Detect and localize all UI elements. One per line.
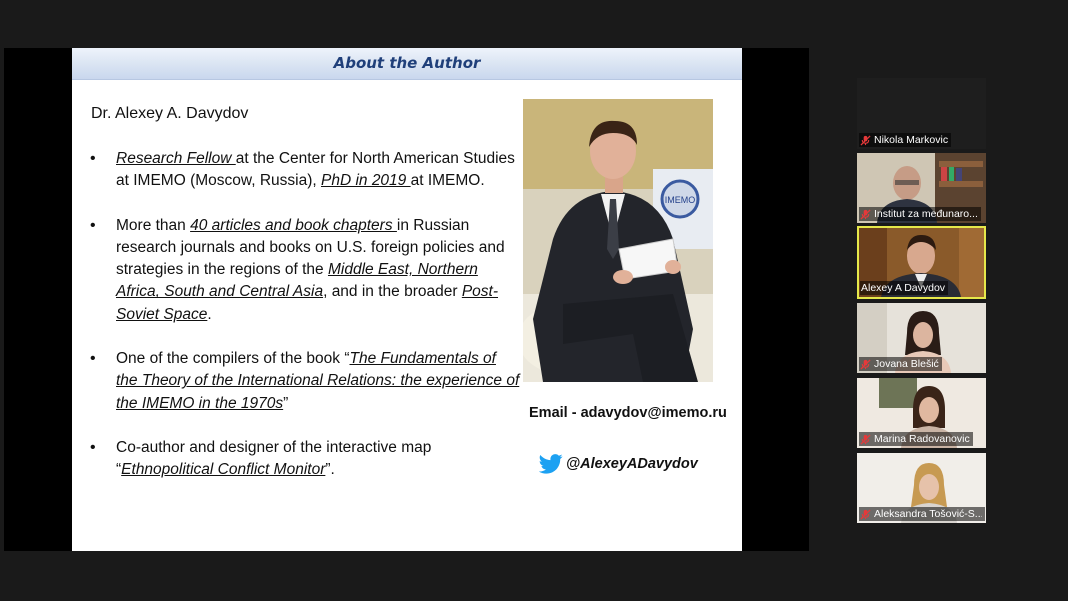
muted-mic-icon xyxy=(860,208,871,220)
bullet-text: One of the compilers of the book “ xyxy=(116,350,350,368)
muted-mic-icon xyxy=(860,508,871,520)
participant-name-label: Jovana Blešić xyxy=(859,357,942,371)
bullet-item: • One of the compilers of the book “The F… xyxy=(88,348,520,415)
participant-tile-active-speaker[interactable]: Alexey A Davydov xyxy=(857,226,986,299)
bullet-item: • Co-author and designer of the interacti… xyxy=(88,437,520,482)
bullet-item: • More than 40 articles and book chapters… xyxy=(88,215,520,326)
photo-sign-text: IMEMO xyxy=(665,195,696,205)
bullet-dot: • xyxy=(90,150,96,167)
participant-name-label: Institut za međunaro... xyxy=(859,207,981,221)
author-photo: IMEMO xyxy=(523,99,713,382)
participant-name-label: Aleksandra Tošović-S... xyxy=(859,507,985,521)
participant-name-label: Marina Radovanovic xyxy=(859,432,973,446)
author-photo-illustration: IMEMO xyxy=(523,99,713,382)
bullet-text: , and in the broader xyxy=(323,283,462,301)
participant-tile[interactable]: Jovana Blešić xyxy=(857,303,986,373)
muted-mic-icon xyxy=(860,433,871,445)
muted-mic-icon xyxy=(860,134,871,146)
participant-name-label: Alexey A Davydov xyxy=(860,281,949,295)
bullet-dot: • xyxy=(90,350,96,368)
presentation-slide: About the Author Dr. Alexey A. Davydov •… xyxy=(72,48,742,551)
participant-tile[interactable]: Marina Radovanovic xyxy=(857,378,986,448)
bullet-text: . xyxy=(207,305,212,323)
slide-title: About the Author xyxy=(333,54,481,72)
participant-tile[interactable]: Nikola Markovic xyxy=(857,78,986,149)
participant-tile[interactable]: Aleksandra Tošović-S... xyxy=(857,453,986,523)
slide-header-bar: About the Author xyxy=(72,48,742,80)
muted-mic-icon xyxy=(860,358,871,370)
bullet-text: ” xyxy=(283,394,289,412)
bullet-link-text[interactable]: Research Fellow xyxy=(116,150,236,167)
twitter-contact: @AlexeyADavydov xyxy=(539,452,698,476)
bullet-dot: • xyxy=(90,216,96,234)
bullet-item: • Research Fellow at the Center for North… xyxy=(88,148,520,193)
bullet-list: • Research Fellow at the Center for North… xyxy=(88,148,520,504)
bullet-text: at IMEMO. xyxy=(410,172,485,190)
bullet-dot: • xyxy=(90,438,96,456)
email-text: Email - adavydov@imemo.ru xyxy=(529,405,727,421)
author-name: Dr. Alexey A. Davydov xyxy=(91,105,249,122)
participant-tile[interactable]: Institut za međunaro... xyxy=(857,153,986,223)
bullet-text: ”. xyxy=(325,461,335,479)
bullet-text: More than xyxy=(116,216,191,234)
bullet-link-text[interactable]: Ethnopolitical Conflict Monitor xyxy=(121,461,325,478)
bullet-link-text[interactable]: PhD in 2019 xyxy=(321,172,411,189)
bullet-link-text[interactable]: 40 articles and book chapters xyxy=(190,217,397,234)
twitter-bird-icon xyxy=(539,454,563,474)
participant-name-label: Nikola Markovic xyxy=(859,133,952,147)
twitter-handle: @AlexeyADavydov xyxy=(566,456,698,472)
